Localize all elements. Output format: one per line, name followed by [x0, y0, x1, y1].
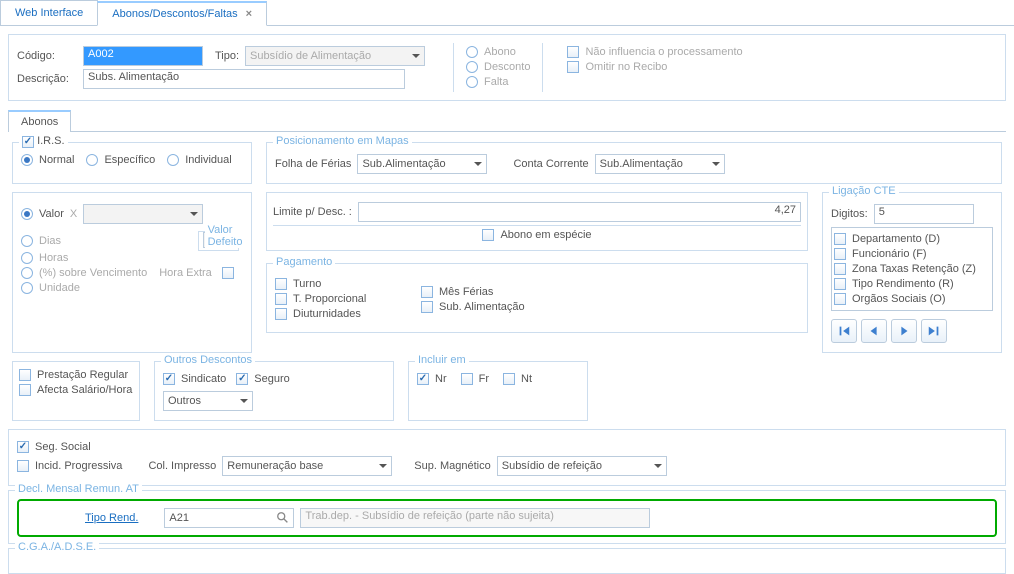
chk-irs[interactable] — [22, 136, 34, 148]
sup-mag-label: Sup. Magnético — [414, 460, 490, 472]
chk-cte-zon[interactable] — [834, 263, 846, 275]
chk-mferias[interactable] — [421, 286, 433, 298]
chk-sindicato[interactable] — [163, 373, 175, 385]
radio-normal[interactable] — [21, 154, 33, 166]
limite-input[interactable]: 4,27 — [358, 202, 801, 222]
valor-x-combo[interactable] — [83, 204, 203, 224]
sup-mag-combo[interactable]: Subsídio de refeição — [497, 456, 667, 476]
radio-unidade[interactable] — [21, 282, 33, 294]
nav-last-button[interactable] — [921, 319, 947, 343]
outros-combo[interactable]: Outros — [163, 391, 253, 411]
chk-incid[interactable] — [17, 460, 29, 472]
chk-cte-tip[interactable] — [834, 278, 846, 290]
prestacao-group: Prestação Regular Afecta Salário/Hora — [12, 361, 140, 421]
limite-group: Limite p/ Desc. : 4,27 Abono em espécie — [266, 192, 808, 251]
chk-omitir[interactable] — [567, 61, 579, 73]
nav-prev-button[interactable] — [861, 319, 887, 343]
sub-tabbar: Abonos — [8, 109, 1006, 132]
pagamento-group: Pagamento Turno T. Proporcional Diuturni… — [266, 263, 808, 333]
col-impresso-combo[interactable]: Remuneração base — [222, 456, 392, 476]
chk-afecta[interactable] — [19, 384, 31, 396]
nav-first-button[interactable] — [831, 319, 857, 343]
search-icon[interactable] — [276, 511, 290, 525]
chk-hora-extra[interactable] — [222, 267, 234, 279]
limite-label: Limite p/ Desc. : — [273, 206, 352, 218]
chk-tprop[interactable] — [275, 293, 287, 305]
cc-label: Conta Corrente — [513, 158, 588, 170]
radio-individual[interactable] — [167, 154, 179, 166]
main-tabbar: Web Interface Abonos/Descontos/Faltas× — [0, 0, 1014, 26]
radio-dias[interactable] — [21, 235, 33, 247]
folha-combo[interactable]: Sub.Alimentação — [357, 154, 487, 174]
digitos-input[interactable]: 5 — [874, 204, 974, 224]
incluir-group: Incluir em Nr Fr Nt — [408, 361, 588, 421]
valor-group: Valor X Dias Valor Defeito 0,00 Horas (%… — [12, 192, 252, 353]
chk-subalim[interactable] — [421, 301, 433, 313]
chk-fr[interactable] — [461, 373, 473, 385]
chk-diut[interactable] — [275, 308, 287, 320]
chk-cte-dep[interactable] — [834, 233, 846, 245]
chk-cte-fun[interactable] — [834, 248, 846, 260]
tipo-rend-input[interactable]: A21 — [164, 508, 294, 528]
radio-pct[interactable] — [21, 267, 33, 279]
subtab-abonos[interactable]: Abonos — [8, 110, 71, 132]
posicionamento-group: Posicionamento em Mapas Folha de Férias … — [266, 142, 1002, 184]
chk-turno[interactable] — [275, 278, 287, 290]
chk-cte-org[interactable] — [834, 293, 846, 305]
tipo-rend-desc: Trab.dep. - Subsídio de refeição (parte … — [300, 508, 650, 528]
digitos-label: Digitos: — [831, 208, 868, 220]
chk-nt[interactable] — [503, 373, 515, 385]
codigo-input[interactable]: A002 — [83, 46, 203, 66]
cga-group: C.G.A./A.D.S.E. — [8, 548, 1006, 574]
tipo-rend-link[interactable]: Tipo Rend. — [85, 512, 138, 524]
close-icon[interactable]: × — [246, 8, 252, 20]
radio-abono[interactable] — [466, 46, 478, 58]
radio-desconto[interactable] — [466, 61, 478, 73]
dmr-group: Decl. Mensal Remun. AT Tipo Rend. A21 Tr… — [8, 490, 1006, 544]
tipo-label: Tipo: — [215, 50, 239, 62]
descricao-label: Descrição: — [17, 73, 77, 85]
outros-desc-group: Outros Descontos Sindicato Seguro Outros — [154, 361, 394, 421]
chk-abono-especie[interactable] — [482, 229, 494, 241]
chk-nao-influencia[interactable] — [567, 46, 579, 58]
cc-combo[interactable]: Sub.Alimentação — [595, 154, 725, 174]
valor-defeito-group: Valor Defeito 0,00 — [198, 231, 239, 251]
chk-nr[interactable] — [417, 373, 429, 385]
tab-web-interface[interactable]: Web Interface — [0, 0, 98, 25]
folha-label: Folha de Férias — [275, 158, 351, 170]
radio-falta[interactable] — [466, 76, 478, 88]
segsocial-group: Seg. Social Incid. Progressiva Col. Impr… — [8, 429, 1006, 486]
chk-prestacao[interactable] — [19, 369, 31, 381]
irs-group: I.R.S. Normal Específico Individual — [12, 142, 252, 184]
radio-horas[interactable] — [21, 252, 33, 264]
chk-segsocial[interactable] — [17, 441, 29, 453]
descricao-input[interactable]: Subs. Alimentação — [83, 69, 405, 89]
tipo-combo[interactable]: Subsídio de Alimentação — [245, 46, 425, 66]
dmr-highlight: Tipo Rend. A21 Trab.dep. - Subsídio de r… — [17, 499, 997, 537]
col-impresso-label: Col. Impresso — [148, 460, 216, 472]
codigo-label: Código: — [17, 50, 77, 62]
cte-list: Departamento (D) Funcionário (F) Zona Ta… — [831, 227, 993, 311]
cte-group: Ligação CTE Digitos:5 Departamento (D) F… — [822, 192, 1002, 353]
header-frame: Código: A002 Tipo: Subsídio de Alimentaç… — [8, 34, 1006, 101]
radio-valor[interactable] — [21, 208, 33, 220]
tab-abonos[interactable]: Abonos/Descontos/Faltas× — [97, 1, 267, 26]
nav-next-button[interactable] — [891, 319, 917, 343]
chk-seguro[interactable] — [236, 373, 248, 385]
radio-especifico[interactable] — [86, 154, 98, 166]
